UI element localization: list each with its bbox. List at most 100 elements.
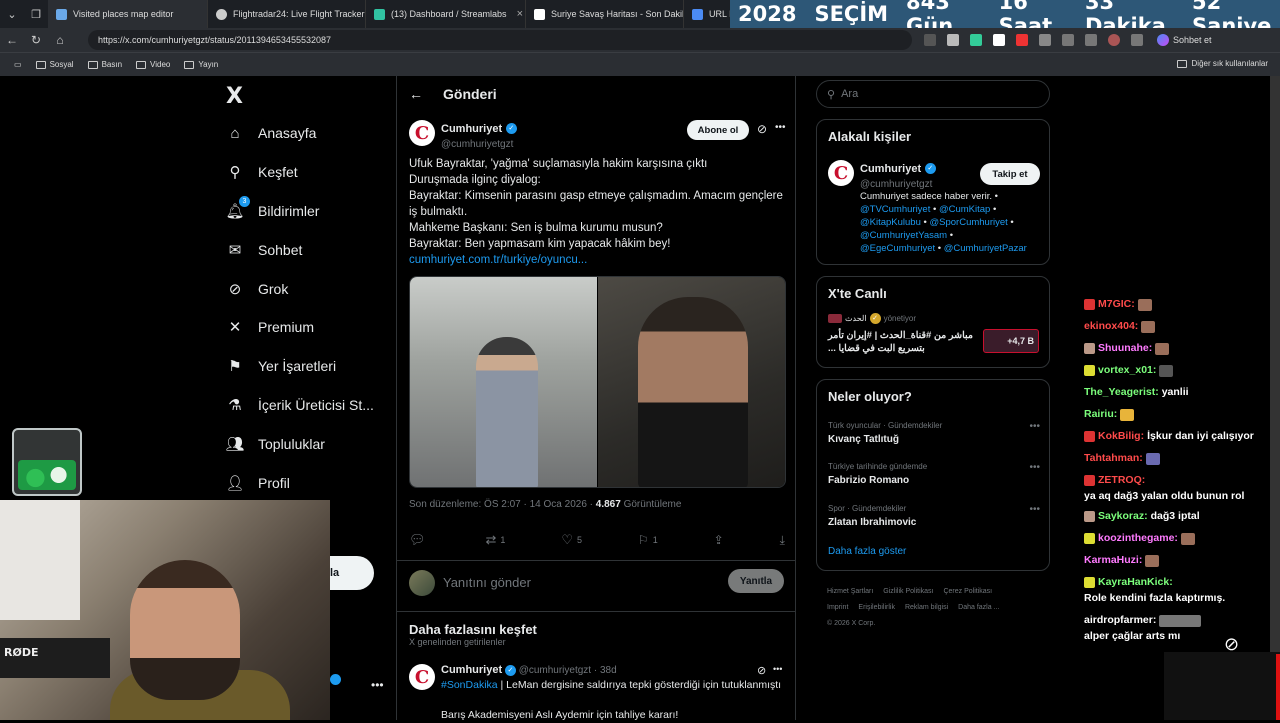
bookmark-folder[interactable]: Video xyxy=(136,60,170,69)
footer-link[interactable]: Reklam bilgisi xyxy=(905,604,948,611)
browser-tab[interactable]: Visited places map editor xyxy=(48,0,208,28)
url-field[interactable]: https://x.com/cumhuriyetgzt/status/20113… xyxy=(88,30,912,50)
extension-icon[interactable] xyxy=(970,34,982,46)
nav-item-messages[interactable]: ✉ Sohbet xyxy=(226,241,303,259)
reply-button[interactable]: Yanıtla xyxy=(728,569,784,593)
mention-link[interactable]: @TVCumhuriyet xyxy=(860,204,930,215)
more-icon[interactable]: ••• xyxy=(1029,421,1040,432)
grok-icon[interactable]: ⊘ xyxy=(757,664,766,677)
hashtag-link[interactable]: #SonDakika xyxy=(441,679,498,691)
emote-icon xyxy=(1180,532,1195,545)
account-menu-icon[interactable]: ••• xyxy=(371,678,384,692)
extension-icon[interactable] xyxy=(1016,34,1028,46)
nav-item-premium[interactable]: ✕ Premium xyxy=(226,318,314,336)
footer-link[interactable]: Çerez Politikası xyxy=(943,588,992,595)
tweet-link[interactable]: cumhuriyet.com.tr/turkiye/oyuncu... xyxy=(409,252,789,268)
mention-link[interactable]: @EgeCumhuriyet xyxy=(860,243,935,254)
more-icon[interactable]: ••• xyxy=(773,664,782,674)
author-name[interactable]: Cumhuriyet xyxy=(441,664,502,676)
browser-tab[interactable]: (13) Dashboard / Streamlabs × xyxy=(366,0,526,28)
nav-item-notifications[interactable]: 🔔︎ 3 Bildirimler xyxy=(225,196,319,220)
nav-item-creator-studio[interactable]: ⚗ İçerik Üreticisi St... xyxy=(226,396,374,414)
like-action[interactable]: ♡ 5 xyxy=(561,532,582,548)
chat-user: KokBilig: xyxy=(1098,430,1145,442)
other-bookmarks[interactable]: Diğer sık kullanılanlar xyxy=(1176,59,1268,68)
trend-item[interactable]: Spor · Gündemdekiler Zlatan Ibrahimovic … xyxy=(828,504,1040,528)
tab-menu-icon[interactable]: ⌄ xyxy=(0,0,24,28)
nav-item-bookmarks[interactable]: ⚑ Yer İşaretleri xyxy=(226,357,336,375)
browser-tab[interactable]: Suriye Savaş Haritası - Son Dakika× xyxy=(526,0,684,28)
workspaces-icon[interactable]: ❐ xyxy=(24,0,48,28)
photo-courthouse[interactable] xyxy=(410,277,597,487)
reply-input[interactable]: Yanıtını gönder xyxy=(443,575,531,590)
tweet-line: Mahkeme Başkanı: Sen iş bulma kurumu mus… xyxy=(409,222,663,234)
author-avatar[interactable]: C xyxy=(409,664,435,690)
nav-item-home[interactable]: ⌂ Anasayfa xyxy=(226,124,316,142)
bookmark-label: Sosyal xyxy=(49,60,74,69)
mention-link[interactable]: @SporCumhuriyet xyxy=(930,217,1008,228)
home-icon[interactable]: ⌂ xyxy=(48,33,72,47)
edited-timestamp[interactable]: Son düzenleme: ÖS 2:07 · 14 Oca 2026 · xyxy=(409,499,593,510)
mention-link[interactable]: @KitapKulubu xyxy=(860,217,921,228)
person-info[interactable]: Cumhuriyet ✓ @cumhuriyetgzt xyxy=(860,160,936,190)
live-listeners[interactable]: +4,7 B xyxy=(983,329,1039,353)
author-info[interactable]: Cumhuriyet ✓ @cumhuriyetgzt xyxy=(441,120,517,150)
extension-icon[interactable] xyxy=(1039,34,1051,46)
share-action[interactable]: ⇪ xyxy=(714,532,724,548)
back-arrow-icon[interactable]: ← xyxy=(409,86,423,102)
more-icon[interactable]: ••• xyxy=(1029,462,1040,473)
extension-icon[interactable] xyxy=(993,34,1005,46)
reload-icon[interactable]: ↻ xyxy=(24,33,48,47)
nav-item-explore[interactable]: ⚲ Keşfet xyxy=(226,163,298,181)
x-logo[interactable]: X xyxy=(226,84,243,109)
bookmark-folder[interactable]: Basın xyxy=(87,60,122,69)
extension-icon[interactable] xyxy=(947,34,959,46)
nav-item-grok[interactable]: ⊘ Grok xyxy=(226,280,289,298)
more-icon[interactable]: ••• xyxy=(775,122,786,133)
trend-item[interactable]: Türk oyuncular · Gündemdekiler Kıvanç Ta… xyxy=(828,421,1040,445)
live-title[interactable]: مباشر من #قناة_الحدث | #إيران تأمر بتسري… xyxy=(828,329,983,355)
avatar[interactable] xyxy=(1108,34,1120,46)
bookmark-folder[interactable]: Sosyal xyxy=(35,60,74,69)
browser-tab[interactable]: URL N xyxy=(684,0,734,28)
mention-link[interactable]: @CumKitap xyxy=(939,204,990,215)
show-more-link[interactable]: Daha fazla göster xyxy=(828,546,906,557)
photo-portrait[interactable] xyxy=(597,277,785,487)
grok-icon[interactable]: ⊘ xyxy=(757,122,767,136)
back-icon[interactable]: ← xyxy=(0,33,24,47)
bookmark-action[interactable]: ⚐ 1 xyxy=(638,532,658,548)
footer-link[interactable]: Daha fazla ... xyxy=(958,604,999,611)
extension-icon[interactable] xyxy=(924,34,936,46)
nav-item-communities[interactable]: 👥︎ Topluluklar xyxy=(225,435,324,453)
reply-action[interactable]: 💬︎ xyxy=(409,532,430,548)
browser-tab[interactable]: Flightradar24: Live Flight Tracker - xyxy=(208,0,366,28)
bookmarks-menu-icon[interactable]: ▭ xyxy=(14,60,22,69)
menu-icon[interactable] xyxy=(1131,34,1143,46)
listener-count: +4,7 B xyxy=(1007,336,1034,346)
subscribe-button[interactable]: Abone ol xyxy=(687,120,749,140)
copilot-chat-button[interactable]: Sohbet et xyxy=(1157,34,1212,46)
post-button[interactable]: la xyxy=(330,556,374,590)
favorites-icon[interactable] xyxy=(1085,34,1097,46)
bookmark-folder[interactable]: Yayın xyxy=(184,60,218,69)
mention-link[interactable]: @CumhuriyetPazar xyxy=(944,243,1027,254)
search-input[interactable]: ⚲ Ara xyxy=(816,80,1050,108)
download-action[interactable]: ⤓ xyxy=(780,532,785,548)
footer-link[interactable]: Erişilebilirlik xyxy=(858,604,895,611)
footer-link[interactable]: Hizmet Şartları xyxy=(827,588,873,595)
trend-item[interactable]: Türkiye tarihinde gündemde Fabrizio Roma… xyxy=(828,462,1040,486)
footer-link[interactable]: Imprint xyxy=(827,604,848,611)
follow-button[interactable]: Takip et xyxy=(980,163,1040,185)
footer-link[interactable]: Gizlilik Politikası xyxy=(883,588,933,595)
mention-link[interactable]: @CumhuriyetYasam xyxy=(860,230,947,241)
close-tab-icon[interactable]: × xyxy=(517,8,523,20)
tweet-media[interactable] xyxy=(409,276,786,488)
live-host[interactable]: الحدث ✓ yönetiyor xyxy=(828,313,916,324)
extension-icon[interactable] xyxy=(1062,34,1074,46)
author-avatar[interactable]: C xyxy=(828,160,854,186)
author-avatar[interactable]: C xyxy=(409,120,435,146)
stream-overlay-block xyxy=(1164,652,1280,720)
nav-item-profile[interactable]: 👤︎ Profil xyxy=(225,474,289,492)
more-icon[interactable]: ••• xyxy=(1029,504,1040,515)
repost-action[interactable]: ⇄ 1 xyxy=(485,532,505,548)
